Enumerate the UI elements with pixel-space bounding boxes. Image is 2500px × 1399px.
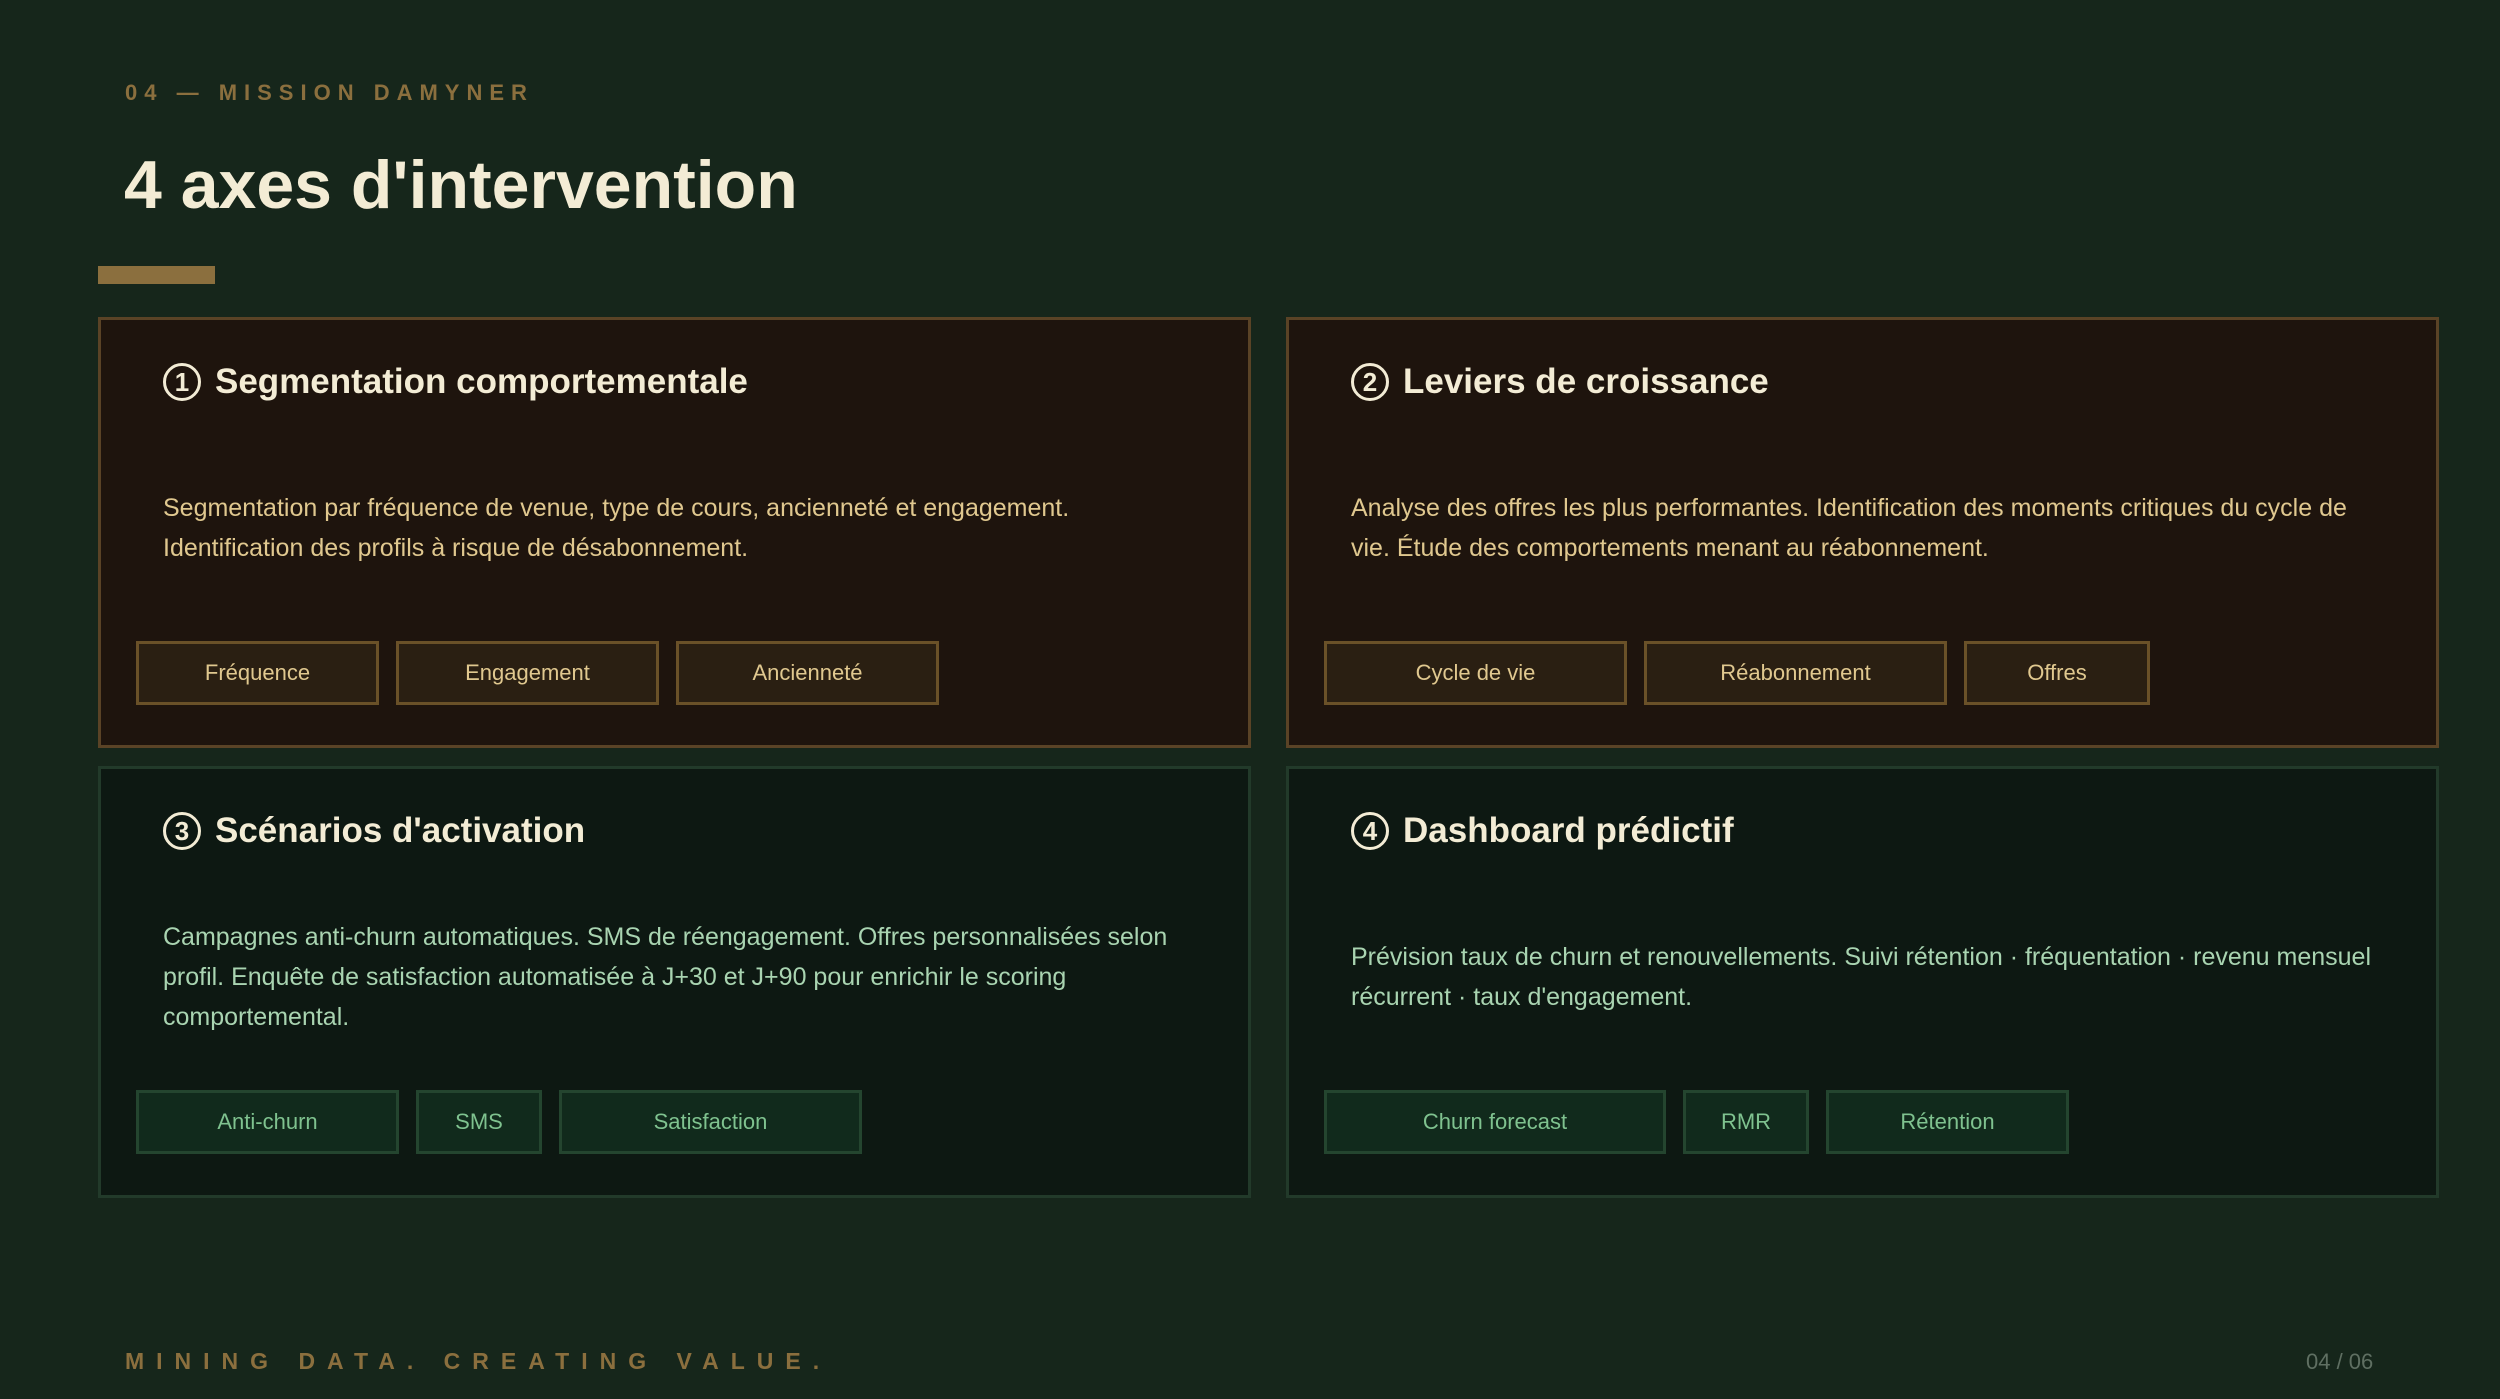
card-title: 2 Leviers de croissance <box>1351 362 1769 402</box>
card-title-text: Scénarios d'activation <box>215 811 586 850</box>
tag-satisfaction: Satisfaction <box>559 1090 862 1154</box>
card-description: Prévision taux de churn et renouvellemen… <box>1351 943 2372 1011</box>
card-dashboard: 4 Dashboard prédictif Prévision taux de … <box>1286 766 2439 1198</box>
number-circle-icon: 4 <box>1351 812 1389 850</box>
card-title: 4 Dashboard prédictif <box>1351 811 1734 851</box>
tag-churn-forecast: Churn forecast <box>1324 1090 1666 1154</box>
tag-list: Anti-churn SMS Satisfaction <box>136 1090 862 1154</box>
number-circle-icon: 2 <box>1351 363 1389 401</box>
tag-retention: Rétention <box>1826 1090 2069 1154</box>
tag-list: Churn forecast RMR Rétention <box>1324 1090 2069 1154</box>
card-description: Campagnes anti-churn automatiques. SMS d… <box>163 923 1168 1031</box>
title-accent-bar <box>98 266 215 284</box>
card-title-text: Leviers de croissance <box>1403 362 1769 401</box>
footer-tagline: MINING DATA. CREATING VALUE. <box>125 1348 832 1374</box>
tag-reabonnement: Réabonnement <box>1644 641 1947 705</box>
section-eyebrow: 04 — MISSION DAMYNER <box>125 80 534 105</box>
card-leviers: 2 Leviers de croissance Analyse des offr… <box>1286 317 2439 748</box>
card-title: 3 Scénarios d'activation <box>163 811 585 851</box>
tag-list: Cycle de vie Réabonnement Offres <box>1324 641 2150 705</box>
tag-anciennete: Ancienneté <box>676 641 939 705</box>
number-circle-icon: 3 <box>163 812 201 850</box>
page-title: 4 axes d'intervention <box>124 147 798 223</box>
card-segmentation: 1 Segmentation comportementale Segmentat… <box>98 317 1251 748</box>
card-title-text: Dashboard prédictif <box>1403 811 1734 850</box>
tag-rmr: RMR <box>1683 1090 1809 1154</box>
card-scenarios: 3 Scénarios d'activation Campagnes anti-… <box>98 766 1251 1198</box>
card-description: Analyse des offres les plus performantes… <box>1351 494 2347 562</box>
card-title-text: Segmentation comportementale <box>215 362 748 401</box>
card-title: 1 Segmentation comportementale <box>163 362 748 402</box>
page-number: 04 / 06 <box>2306 1349 2374 1374</box>
tag-engagement: Engagement <box>396 641 659 705</box>
tag-anti-churn: Anti-churn <box>136 1090 399 1154</box>
tag-sms: SMS <box>416 1090 542 1154</box>
tag-offres: Offres <box>1964 641 2150 705</box>
number-circle-icon: 1 <box>163 363 201 401</box>
card-description: Segmentation par fréquence de venue, typ… <box>163 494 1070 562</box>
tag-frequence: Fréquence <box>136 641 379 705</box>
tag-list: Fréquence Engagement Ancienneté <box>136 641 939 705</box>
tag-cycle-de-vie: Cycle de vie <box>1324 641 1627 705</box>
